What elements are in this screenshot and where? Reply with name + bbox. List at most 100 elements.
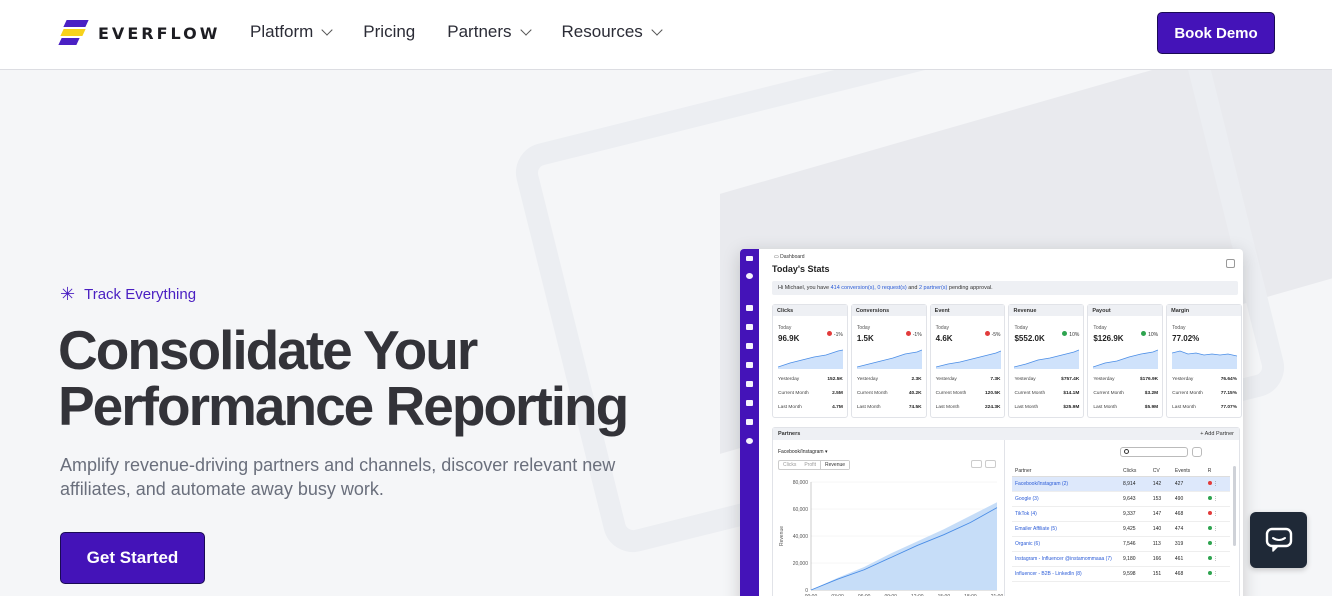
sparkle-icon: ✳ <box>60 284 76 304</box>
yesterday-row: Yesterday 7.3K <box>935 377 1001 382</box>
stat-card-conversions[interactable]: Conversions Today 1.5K -1% Yesterday 2.3K… <box>850 304 927 418</box>
y-tick-label: 40,000 <box>793 534 809 540</box>
sparkline <box>1093 349 1159 369</box>
current-month-row: Current Month 77.15% <box>1172 391 1237 396</box>
table-row[interactable]: Influencer - B2B - LinkedIn (8) 9,598 15… <box>1012 566 1230 582</box>
nav-pricing[interactable]: Pricing <box>363 22 415 42</box>
table-scrollbar[interactable] <box>1233 466 1236 546</box>
card-title: Event <box>930 305 1005 316</box>
partner-name-link[interactable]: Facebook/Instagram (2) <box>1012 476 1120 492</box>
trend-up-icon <box>1062 331 1068 336</box>
table-row[interactable]: Google (3) 9,643 153 490 ⋮ <box>1012 491 1230 507</box>
change-badge: 10% <box>1141 331 1158 338</box>
nav-platform[interactable]: Platform <box>250 22 333 42</box>
more-options-icon[interactable] <box>1192 447 1202 457</box>
stat-card-revenue[interactable]: Revenue Today $552.0K 10% Yesterday $757.… <box>1008 304 1085 418</box>
status-dot-icon <box>1207 511 1212 515</box>
table-row[interactable]: Facebook/Instagram (2) 8,914 142 427 ⋮ <box>1012 476 1230 492</box>
status-dot-icon <box>1207 571 1212 575</box>
search-icon <box>746 273 753 279</box>
column-header[interactable]: Partner <box>1012 466 1120 477</box>
handshake-icon <box>746 381 753 387</box>
nav-menu: Platform Pricing Partners Resources <box>250 22 663 42</box>
tab-revenue[interactable]: Revenue <box>820 461 850 469</box>
change-value: 10% <box>1069 332 1080 338</box>
status-cell: ⋮ <box>1204 506 1230 522</box>
partner-name-link[interactable]: Google (3) <box>1012 491 1120 507</box>
logo-mark-icon <box>58 20 89 46</box>
partner-select[interactable]: Facebook/Instagram ▾ <box>778 449 828 455</box>
events-cell: 427 <box>1171 476 1205 492</box>
series-area-yesterday <box>811 502 997 590</box>
column-header[interactable]: Events <box>1171 466 1205 477</box>
column-header[interactable]: CV <box>1149 466 1172 477</box>
partner-name-link[interactable]: Instagram - Influencer @instamommaaa (7) <box>1012 551 1120 567</box>
last-month-row: Last Month $25.9M <box>1014 405 1080 410</box>
headline-line-1: Consolidate Your <box>58 319 478 381</box>
last-month-row: Last Month 4.7M <box>778 405 843 410</box>
card-title: Revenue <box>1009 305 1084 316</box>
partner-name-link[interactable]: Organic (6) <box>1012 536 1120 552</box>
stat-card-clicks[interactable]: Clicks Today 96.9K -1% Yesterday 152.5K C… <box>772 304 848 418</box>
partner-name-link[interactable]: Emailer Affiliate (5) <box>1012 521 1120 537</box>
nav-resources[interactable]: Resources <box>562 22 663 42</box>
today-value: $552.0K <box>1014 334 1045 343</box>
column-header[interactable]: Clicks <box>1120 466 1150 477</box>
stat-card-event[interactable]: Event Today 4.6K -5% Yesterday 7.3K Curre… <box>929 304 1006 418</box>
trend-down-icon <box>905 331 911 336</box>
logo-wordmark: EVERFLOW <box>98 23 221 43</box>
table-row[interactable]: Emailer Affiliate (5) 9,425 140 474 ⋮ <box>1012 521 1230 537</box>
partner-name-link[interactable]: TikTok (4) <box>1012 506 1120 522</box>
bar-view-icon[interactable] <box>985 460 996 468</box>
tab-profit[interactable]: Profit <box>800 461 820 469</box>
partner-name-link[interactable]: Influencer - B2B - LinkedIn (8) <box>1012 566 1120 582</box>
change-badge: -1% <box>826 331 843 338</box>
everflow-logo[interactable]: EVERFLOW <box>58 20 221 46</box>
yesterday-row: Yesterday $757.4K <box>1014 377 1080 382</box>
y-tick-label: 80,000 <box>793 480 809 486</box>
metric-tabs: Clicks Profit Revenue <box>778 460 851 470</box>
conversions-link[interactable]: 414 conversion(s), 0 request(s) <box>831 285 907 291</box>
status-dot-icon <box>1207 556 1212 560</box>
table-row[interactable]: TikTok (4) 9,337 147 468 ⋮ <box>1012 506 1230 522</box>
send-icon <box>746 419 753 425</box>
chat-widget-button[interactable] <box>1250 512 1307 568</box>
chart-view-buttons <box>971 460 996 468</box>
partner-search-input[interactable] <box>1120 447 1188 457</box>
table-row[interactable]: Instagram - Influencer @instamommaaa (7)… <box>1012 551 1230 567</box>
eyebrow-tag: ✳ Track Everything <box>60 285 196 303</box>
settings-toggle-icon <box>1226 259 1235 268</box>
chevron-down-icon <box>651 24 663 36</box>
change-value: -1% <box>912 332 922 338</box>
page-title: Today's Stats <box>772 264 830 274</box>
image-view-icon[interactable] <box>971 460 982 468</box>
y-axis-label: Revenue <box>779 526 785 546</box>
get-started-button[interactable]: Get Started <box>60 532 205 584</box>
folder-icon <box>746 324 753 330</box>
today-value: 1.5K <box>856 334 874 343</box>
partners-header: Partners + Add Partner <box>773 428 1239 440</box>
status-cell: ⋮ <box>1204 536 1230 552</box>
today-label: Today <box>778 325 792 331</box>
partners-link[interactable]: 2 partner(s) <box>919 285 947 291</box>
status-cell: ⋮ <box>1204 566 1230 582</box>
yesterday-row: Yesterday 152.5K <box>778 377 843 382</box>
nav-partners[interactable]: Partners <box>447 22 532 42</box>
hero-headline: Consolidate Your Performance Reporting <box>58 322 698 434</box>
hero-subhead: Amplify revenue-driving partners and cha… <box>60 455 616 499</box>
last-month-row: Last Month 74.5K <box>856 405 922 410</box>
column-header[interactable]: R <box>1204 466 1230 477</box>
stat-card-payout[interactable]: Payout Today $126.9K 10% Yesterday $176.9… <box>1087 304 1164 418</box>
table-row[interactable]: Organic (6) 7,546 113 319 ⋮ <box>1012 536 1230 552</box>
eyebrow-text: Track Everything <box>84 285 197 303</box>
nav-label: Partners <box>447 22 512 41</box>
add-partner-button[interactable]: + Add Partner <box>1200 431 1234 437</box>
trend-down-icon <box>984 331 990 336</box>
sparkline <box>778 349 843 369</box>
cv-cell: 147 <box>1149 506 1172 522</box>
tab-clicks[interactable]: Clicks <box>779 461 800 469</box>
pending-approval-banner: Hi Michael, you have 414 conversion(s), … <box>772 281 1238 295</box>
book-demo-button[interactable]: Book Demo <box>1157 12 1275 54</box>
revenue-chart: 80,00060,00040,00020,0000Revenue00:0003:… <box>779 480 1003 596</box>
stat-card-margin[interactable]: Margin Today 77.02% Yesterday 76.64% Curr… <box>1166 304 1242 418</box>
